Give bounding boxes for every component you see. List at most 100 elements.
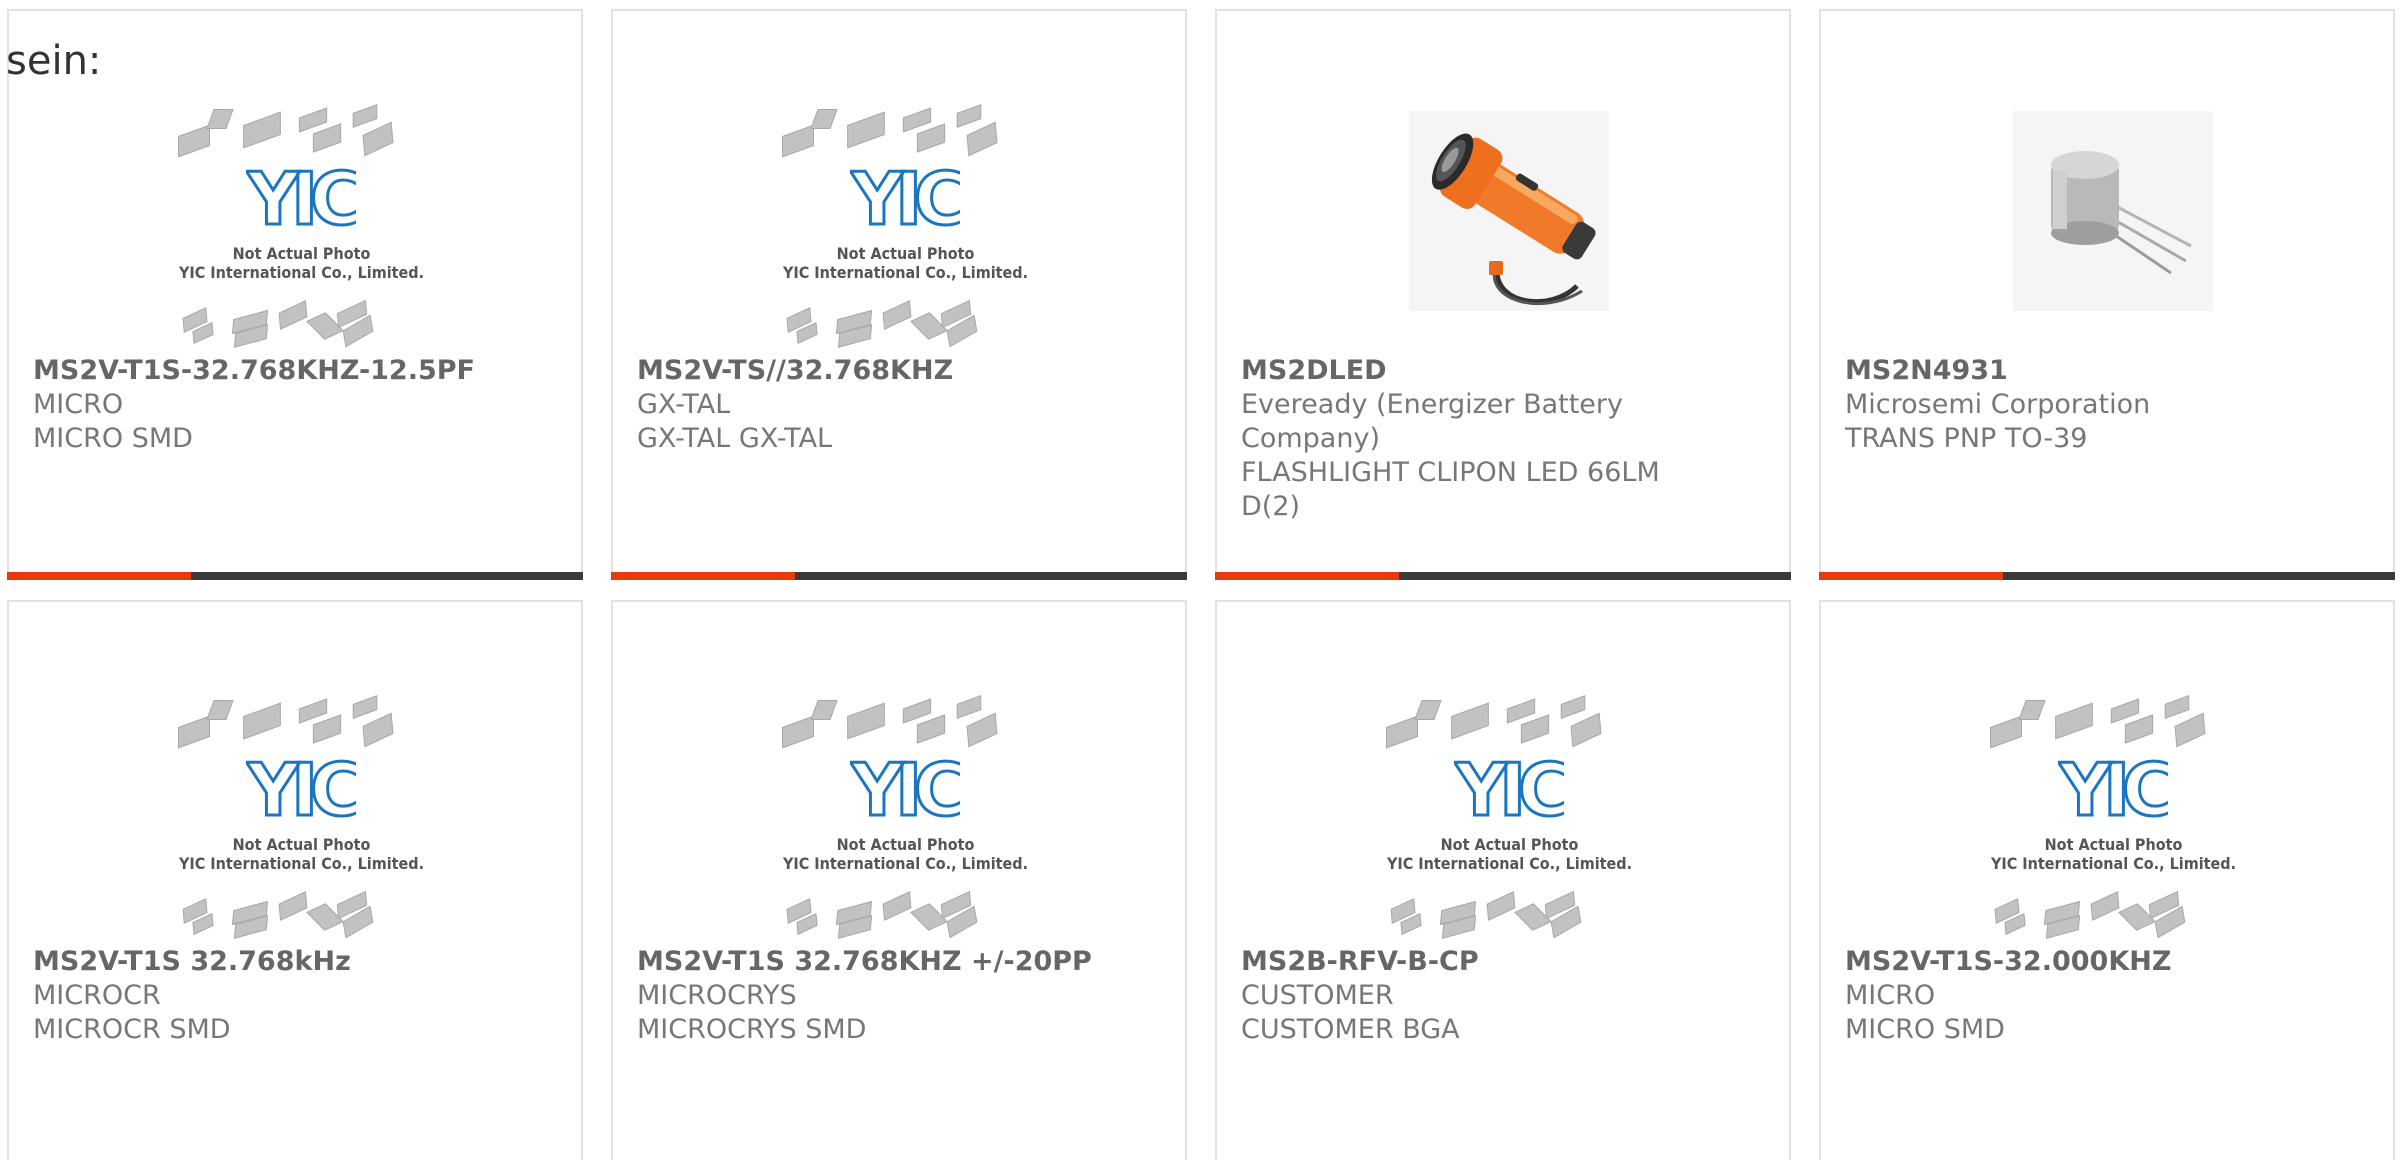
- yic-logo-text: YIC: [850, 748, 960, 827]
- not-actual-photo-label: Not Actual Photo: [232, 244, 371, 263]
- chip-graphic: [966, 121, 998, 157]
- page-intro-text: sein:: [6, 38, 102, 84]
- product-card[interactable]: YIC Not Actual Photo YIC International Co.…: [611, 600, 1187, 1160]
- chip-graphic: [278, 891, 308, 921]
- watermark-company-label: YIC International Co., Limited.: [782, 854, 1029, 873]
- chip-graphic: [882, 891, 912, 921]
- part-number-link[interactable]: MS2DLED: [1241, 354, 1761, 388]
- chip-graphic: [882, 300, 912, 330]
- watermark-company-label: YIC International Co., Limited.: [1990, 854, 2237, 873]
- description: MICROCRYS SMD: [637, 1014, 867, 1045]
- chip-graphic: [1386, 715, 1418, 749]
- chip-graphic: [916, 123, 946, 153]
- yic-logo: YIC: [246, 747, 356, 827]
- watermark-company-label: YIC International Co., Limited.: [1386, 854, 1633, 873]
- chip-graphic: [206, 700, 234, 720]
- yic-logo: YIC: [1454, 747, 1564, 827]
- chip-graphic: [847, 111, 885, 149]
- chip-graphic: [847, 702, 885, 740]
- manufacturer: CUSTOMER: [1241, 980, 1394, 1011]
- transistor-photo: [1981, 101, 2246, 346]
- description-continued: D(2): [1241, 491, 1301, 522]
- manufacturer: MICROCR: [33, 980, 161, 1011]
- part-number-link[interactable]: MS2V-T1S-32.768KHZ-12.5PF: [33, 354, 553, 388]
- chip-graphic: [178, 715, 210, 749]
- chip-graphic: [2090, 891, 2120, 921]
- chip-graphic: [956, 104, 982, 128]
- chip-graphic: [278, 300, 308, 330]
- watermark-company-label: YIC International Co., Limited.: [178, 854, 425, 873]
- product-card[interactable]: YIC Not Actual Photo YIC International Co.…: [7, 600, 583, 1160]
- chip-graphic: [178, 124, 210, 158]
- chip-graphic: [782, 124, 814, 158]
- chip-graphic: [362, 712, 394, 748]
- part-number-link[interactable]: MS2V-TS//32.768KHZ: [637, 354, 1157, 388]
- chip-graphic: [1451, 702, 1489, 740]
- chip-graphic: [2018, 700, 2046, 720]
- not-actual-photo-image: YIC Not Actual Photo YIC International Co.…: [773, 692, 1038, 939]
- card-progress-accent: [1819, 572, 2003, 580]
- part-number-link[interactable]: MS2V-T1S 32.768kHz: [33, 945, 553, 979]
- card-progress-bar: [1819, 572, 2395, 580]
- card-progress-accent: [7, 572, 191, 580]
- manufacturer: Microsemi Corporation: [1845, 389, 2151, 420]
- product-card[interactable]: MS2N4931 Microsemi Corporation TRANS PNP…: [1819, 9, 2395, 580]
- chip-graphic: [1560, 695, 1586, 719]
- manufacturer-continued: Company): [1241, 423, 1380, 454]
- card-progress-bar: [611, 572, 1187, 580]
- manufacturer: MICROCRYS: [637, 980, 797, 1011]
- part-number-link[interactable]: MS2N4931: [1845, 354, 2365, 388]
- part-number-link[interactable]: MS2V-T1S-32.000KHZ: [1845, 945, 2365, 979]
- yic-logo: YIC: [850, 747, 960, 827]
- not-actual-photo-image: YIC Not Actual Photo YIC International Co.…: [773, 101, 1038, 348]
- chip-graphic: [810, 700, 838, 720]
- chip-graphic: [206, 109, 234, 129]
- chip-graphic: [2164, 695, 2190, 719]
- manufacturer: Eveready (Energizer Battery: [1241, 389, 1623, 420]
- not-actual-photo-label: Not Actual Photo: [232, 835, 371, 854]
- product-card[interactable]: YIC Not Actual Photo YIC International Co.…: [1215, 600, 1791, 1160]
- product-card[interactable]: YIC Not Actual Photo YIC International Co.…: [1819, 600, 2395, 1160]
- chip-graphic: [956, 695, 982, 719]
- product-card[interactable]: YIC Not Actual Photo YIC International Co.…: [7, 9, 583, 580]
- product-card[interactable]: YIC Not Actual Photo YIC International Co.…: [611, 9, 1187, 580]
- not-actual-photo-image: YIC Not Actual Photo YIC International Co.…: [1981, 692, 2246, 939]
- manufacturer: GX-TAL: [637, 389, 731, 420]
- description: FLASHLIGHT CLIPON LED 66LM: [1241, 457, 1660, 488]
- description: MICRO SMD: [1845, 1014, 2005, 1045]
- card-progress-accent: [611, 572, 795, 580]
- watermark-company-label: YIC International Co., Limited.: [178, 263, 425, 282]
- yic-logo: YIC: [246, 156, 356, 236]
- not-actual-photo-image: YIC Not Actual Photo YIC International Co.…: [1377, 692, 1642, 939]
- yic-logo-text: YIC: [246, 748, 356, 827]
- manufacturer: MICRO: [1845, 980, 1936, 1011]
- part-number-link[interactable]: MS2B-RFV-B-CP: [1241, 945, 1761, 979]
- card-progress-bar: [7, 572, 583, 580]
- chip-graphic: [312, 714, 342, 744]
- description: CUSTOMER BGA: [1241, 1014, 1460, 1045]
- chip-graphic: [2055, 702, 2093, 740]
- description: MICRO SMD: [33, 423, 193, 454]
- chip-graphic: [352, 695, 378, 719]
- chip-graphic: [1520, 714, 1550, 744]
- description: MICROCR SMD: [33, 1014, 231, 1045]
- part-number-link[interactable]: MS2V-T1S 32.768KHZ +/-20PP: [637, 945, 1157, 979]
- yic-logo-text: YIC: [1454, 748, 1564, 827]
- chip-graphic: [362, 121, 394, 157]
- yic-logo: YIC: [850, 156, 960, 236]
- not-actual-photo-label: Not Actual Photo: [836, 244, 975, 263]
- yic-logo-text: YIC: [850, 157, 960, 236]
- not-actual-photo-label: Not Actual Photo: [1440, 835, 1579, 854]
- yic-logo: YIC: [2058, 747, 2168, 827]
- product-card[interactable]: MS2DLED Eveready (Energizer Battery Comp…: [1215, 9, 1791, 580]
- not-actual-photo-label: Not Actual Photo: [836, 835, 975, 854]
- chip-graphic: [1414, 700, 1442, 720]
- description: GX-TAL GX-TAL: [637, 423, 833, 454]
- chip-graphic: [243, 111, 281, 149]
- chip-graphic: [312, 123, 342, 153]
- flashlight-photo: [1377, 101, 1642, 346]
- yic-logo-text: YIC: [2058, 748, 2168, 827]
- chip-graphic: [243, 702, 281, 740]
- chip-graphic: [352, 104, 378, 128]
- card-progress-accent: [1215, 572, 1399, 580]
